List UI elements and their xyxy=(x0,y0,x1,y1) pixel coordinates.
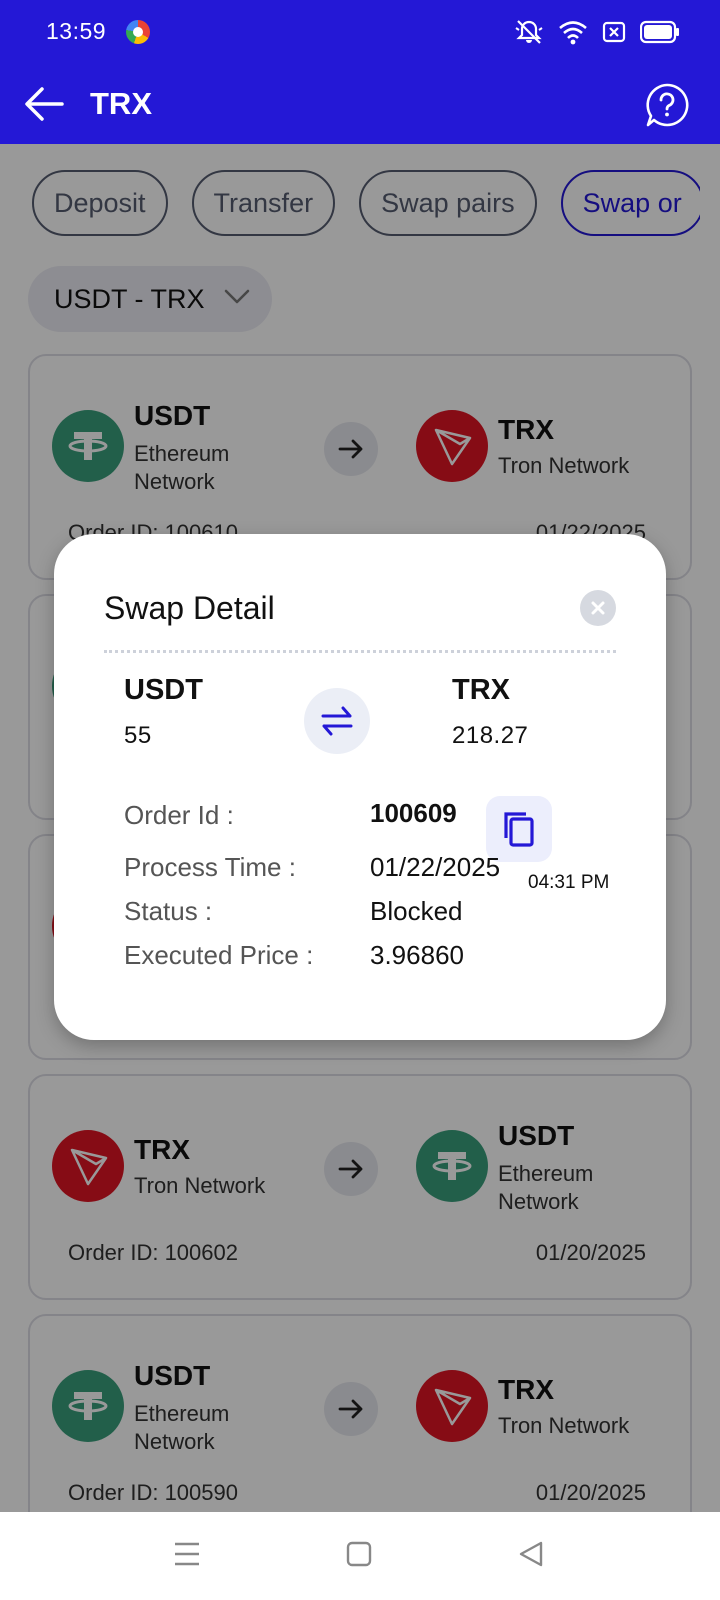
swap-from-amount: 55 xyxy=(124,722,152,749)
status-value: Blocked xyxy=(370,896,463,926)
process-time-label: Process Time : xyxy=(124,852,296,882)
process-time-value: 04:31 PM xyxy=(528,872,610,893)
app-bar: TRX xyxy=(0,64,720,144)
system-nav-bar xyxy=(0,1512,720,1600)
browser-icon xyxy=(126,20,150,44)
swap-detail-modal: Swap Detail USDT 55 TRX 218.27 Order Id … xyxy=(54,534,666,1040)
help-icon[interactable] xyxy=(644,82,690,128)
back-arrow-icon[interactable] xyxy=(22,82,66,126)
swap-icon xyxy=(304,688,370,754)
copy-icon xyxy=(504,812,534,847)
swap-to-symbol: TRX xyxy=(452,674,510,706)
executed-price-value: 3.96860 xyxy=(370,940,464,970)
sim-icon xyxy=(602,20,626,49)
swap-to-amount: 218.27 xyxy=(452,722,529,749)
divider xyxy=(104,650,616,653)
process-date-value: 01/22/2025 xyxy=(370,852,501,882)
wifi-icon xyxy=(558,19,588,50)
order-id-value: 100609 xyxy=(370,798,457,828)
swap-from-symbol: USDT xyxy=(124,674,203,706)
modal-title: Swap Detail xyxy=(104,590,275,626)
close-icon xyxy=(591,601,605,615)
status-time: 13:59 xyxy=(46,18,107,44)
back-icon[interactable] xyxy=(518,1540,544,1573)
battery-icon xyxy=(639,20,680,49)
status-bar: 13:59 xyxy=(0,0,720,64)
mute-icon xyxy=(514,18,544,51)
status-icons xyxy=(514,18,680,51)
page-title: TRX xyxy=(90,86,152,121)
executed-price-label: Executed Price : xyxy=(124,940,314,970)
status-label: Status : xyxy=(124,896,213,926)
menu-icon[interactable] xyxy=(174,1540,200,1573)
close-button[interactable] xyxy=(580,590,616,626)
order-id-label: Order Id : xyxy=(124,800,234,830)
home-icon[interactable] xyxy=(346,1540,372,1573)
